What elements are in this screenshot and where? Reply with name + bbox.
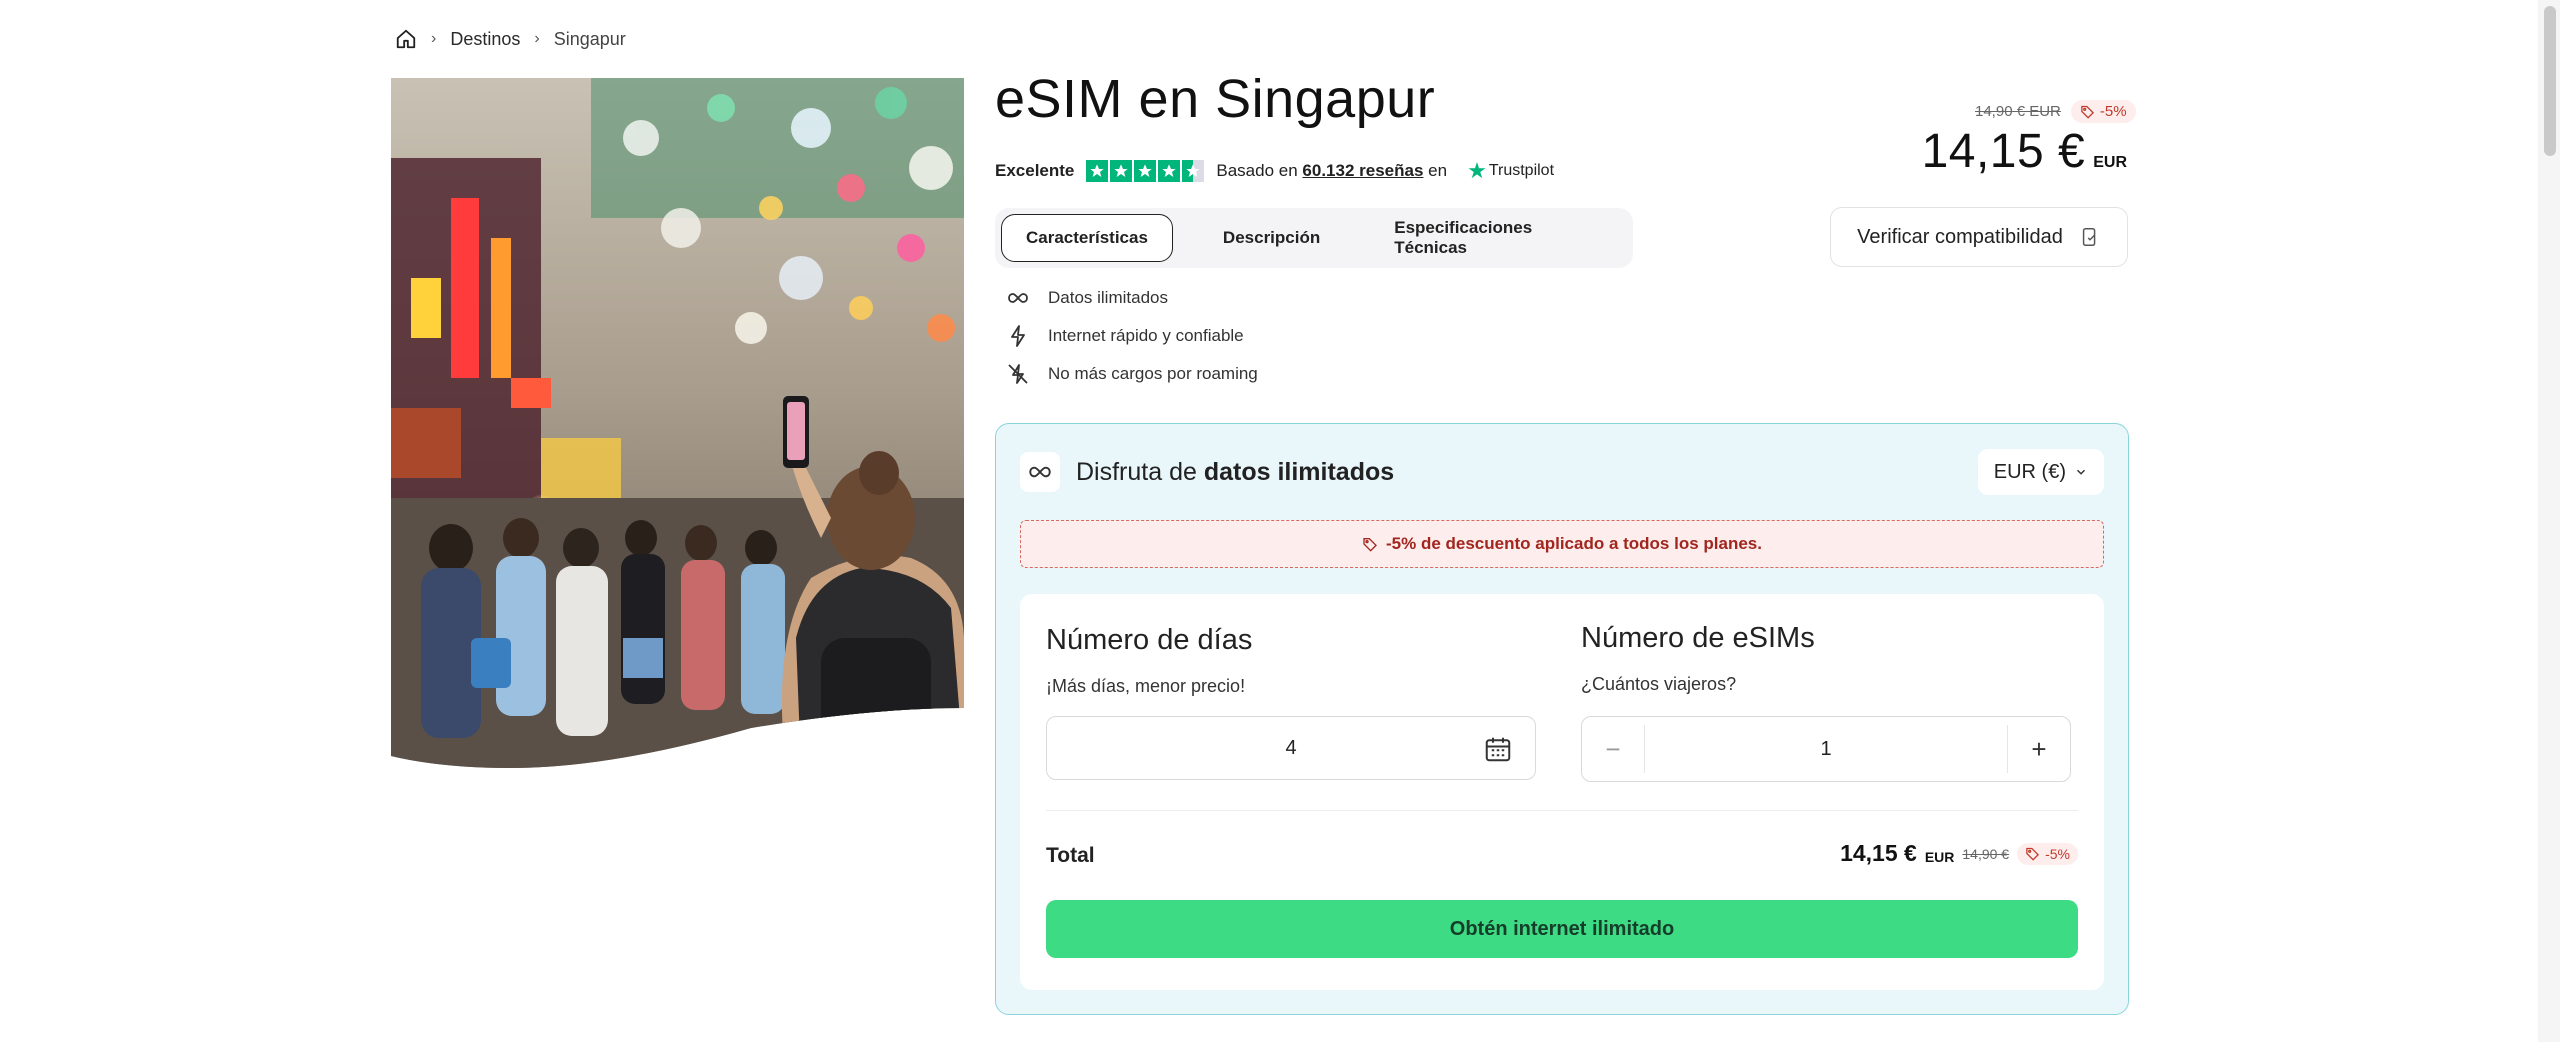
old-price: 14,90 € EUR xyxy=(1975,103,2061,120)
esims-title: Número de eSIMs xyxy=(1581,622,1815,654)
discount-badge: -5% xyxy=(2070,100,2136,123)
reviews-link[interactable]: 60.132 reseñas xyxy=(1302,161,1423,181)
plan-heading: Disfruta de datos ilimitados xyxy=(1020,452,1394,492)
star-icon xyxy=(1110,160,1133,182)
total-label: Total xyxy=(1046,844,1095,867)
star-icon xyxy=(1158,160,1181,182)
feature-list: Datos ilimitados Internet rápido y confi… xyxy=(1006,288,1258,384)
feature-label: No más cargos por roaming xyxy=(1048,364,1258,383)
tab-descripcion[interactable]: Descripción xyxy=(1199,215,1344,261)
esims-subtitle: ¿Cuántos viajeros? xyxy=(1581,674,1737,694)
plan-heading-prefix: Disfruta de xyxy=(1076,457,1197,486)
chevron-right-icon: › xyxy=(534,30,540,47)
total-amount: 14,15 € xyxy=(1840,840,1917,866)
total-discount-badge: -5% xyxy=(2017,842,2078,865)
days-subtitle: ¡Más días, menor precio! xyxy=(1046,676,1246,696)
total-old-price: 14,90 € xyxy=(1962,845,2010,862)
total-currency: EUR xyxy=(1924,848,1955,865)
tag-icon xyxy=(2081,105,2094,119)
breadcrumb-current: Singapur xyxy=(553,28,626,49)
discount-badge-label: -5% xyxy=(2099,103,2127,120)
trustpilot-star-icon: ★ xyxy=(1467,158,1487,183)
increment-button[interactable]: + xyxy=(2008,717,2070,781)
hero-image xyxy=(391,78,964,768)
scrollbar-track[interactable] xyxy=(2538,0,2560,1042)
tag-icon xyxy=(1363,538,1377,552)
currency-select[interactable]: EUR (€) xyxy=(1977,449,2104,495)
reviews-prefix: Basado en xyxy=(1216,161,1298,180)
divider xyxy=(1046,810,2078,811)
discount-notice-text: -5% de descuento aplicado a todos los pl… xyxy=(1386,534,1762,553)
currency-select-value: EUR (€) xyxy=(1993,460,2066,483)
rating-row: Excelente Basado en 60.132 reseñas en ★ … xyxy=(995,156,1554,186)
phone-check-icon xyxy=(2082,228,2096,246)
calendar-icon[interactable] xyxy=(1483,734,1513,764)
price-amount: 14,15 € xyxy=(1921,125,2086,178)
page-title: eSIM en Singapur xyxy=(995,69,1436,129)
no-roaming-icon xyxy=(1008,364,1028,384)
plan-options: Número de días ¡Más días, menor precio! … xyxy=(1020,594,2104,990)
star-icon xyxy=(1086,160,1109,182)
esims-value[interactable]: 1 xyxy=(1644,725,2008,773)
half-star-icon xyxy=(1182,160,1205,182)
days-value: 4 xyxy=(1285,736,1297,759)
home-icon[interactable] xyxy=(395,28,417,50)
plan-card-header: Disfruta de datos ilimitados EUR (€) xyxy=(1020,448,2104,496)
feature-item: Internet rápido y confiable xyxy=(1006,325,1258,347)
feature-item: No más cargos por roaming xyxy=(1006,364,1258,384)
tag-icon xyxy=(2026,847,2040,861)
lightning-icon xyxy=(1011,325,1025,347)
feature-label: Internet rápido y confiable xyxy=(1048,326,1244,345)
verify-compatibility-button[interactable]: Verificar compatibilidad xyxy=(1830,207,2128,267)
rating-label: Excelente xyxy=(995,161,1075,180)
plan-card: Disfruta de datos ilimitados EUR (€) -5%… xyxy=(995,423,2129,1015)
discount-notice: -5% de descuento aplicado a todos los pl… xyxy=(1020,520,2104,568)
reviews-suffix: en xyxy=(1428,161,1448,180)
trustpilot-label: Trustpilot xyxy=(1488,162,1555,179)
breadcrumb-destinos[interactable]: Destinos xyxy=(450,29,520,50)
trustpilot-logo: ★ Trustpilot xyxy=(1467,158,1554,184)
decrement-button[interactable]: − xyxy=(1582,717,1644,781)
infinity-icon xyxy=(1008,293,1028,303)
scrollbar-thumb[interactable] xyxy=(2544,6,2556,156)
rating-stars xyxy=(1086,160,1205,182)
chevron-right-icon: › xyxy=(431,30,437,47)
price: 14,15 € EUR xyxy=(1922,124,2127,179)
tab-especificaciones[interactable]: Especificaciones Técnicas xyxy=(1370,215,1627,261)
plan-heading-bold: datos ilimitados xyxy=(1203,457,1395,486)
esims-stepper: − 1 + xyxy=(1581,716,2071,782)
tab-caracteristicas[interactable]: Características xyxy=(1001,214,1173,262)
verify-label: Verificar compatibilidad xyxy=(1857,225,2063,248)
buy-button[interactable]: Obtén internet ilimitado xyxy=(1046,900,2078,958)
price-currency: EUR xyxy=(2093,154,2127,171)
chevron-down-icon xyxy=(2076,469,2086,475)
days-input[interactable]: 4 xyxy=(1046,716,1536,780)
days-title: Número de días xyxy=(1046,624,1253,656)
feature-label: Datos ilimitados xyxy=(1048,288,1168,307)
total-price: 14,15 € EUR 14,90 € -5% xyxy=(1840,840,2078,867)
feature-item: Datos ilimitados xyxy=(1006,288,1258,308)
tab-bar: Características Descripción Especificaci… xyxy=(995,208,1633,268)
infinity-icon xyxy=(1020,452,1060,492)
old-price-row: 14,90 € EUR -5% xyxy=(1975,100,2136,123)
star-icon xyxy=(1134,160,1157,182)
total-badge-label: -5% xyxy=(2045,845,2070,862)
breadcrumb: › Destinos › Singapur xyxy=(395,24,626,54)
